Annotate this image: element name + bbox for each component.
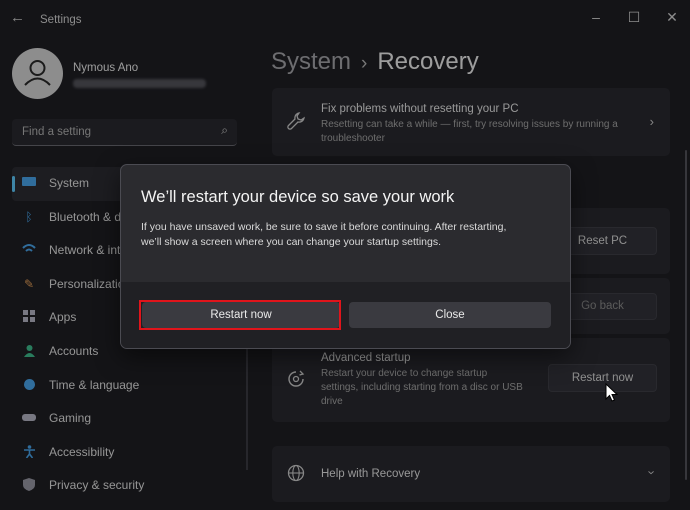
dialog-body-line: we’ll show a screen where you can change…	[141, 236, 441, 248]
dialog-title: We’ll restart your device so save your w…	[141, 188, 455, 206]
highlight-box	[139, 300, 341, 330]
mouse-cursor-icon	[605, 383, 619, 402]
dialog-body-line: If you have unsaved work, be sure to sav…	[141, 221, 507, 233]
close-dialog-button[interactable]: Close	[349, 302, 551, 328]
dialog-body: If you have unsaved work, be sure to sav…	[141, 220, 556, 250]
